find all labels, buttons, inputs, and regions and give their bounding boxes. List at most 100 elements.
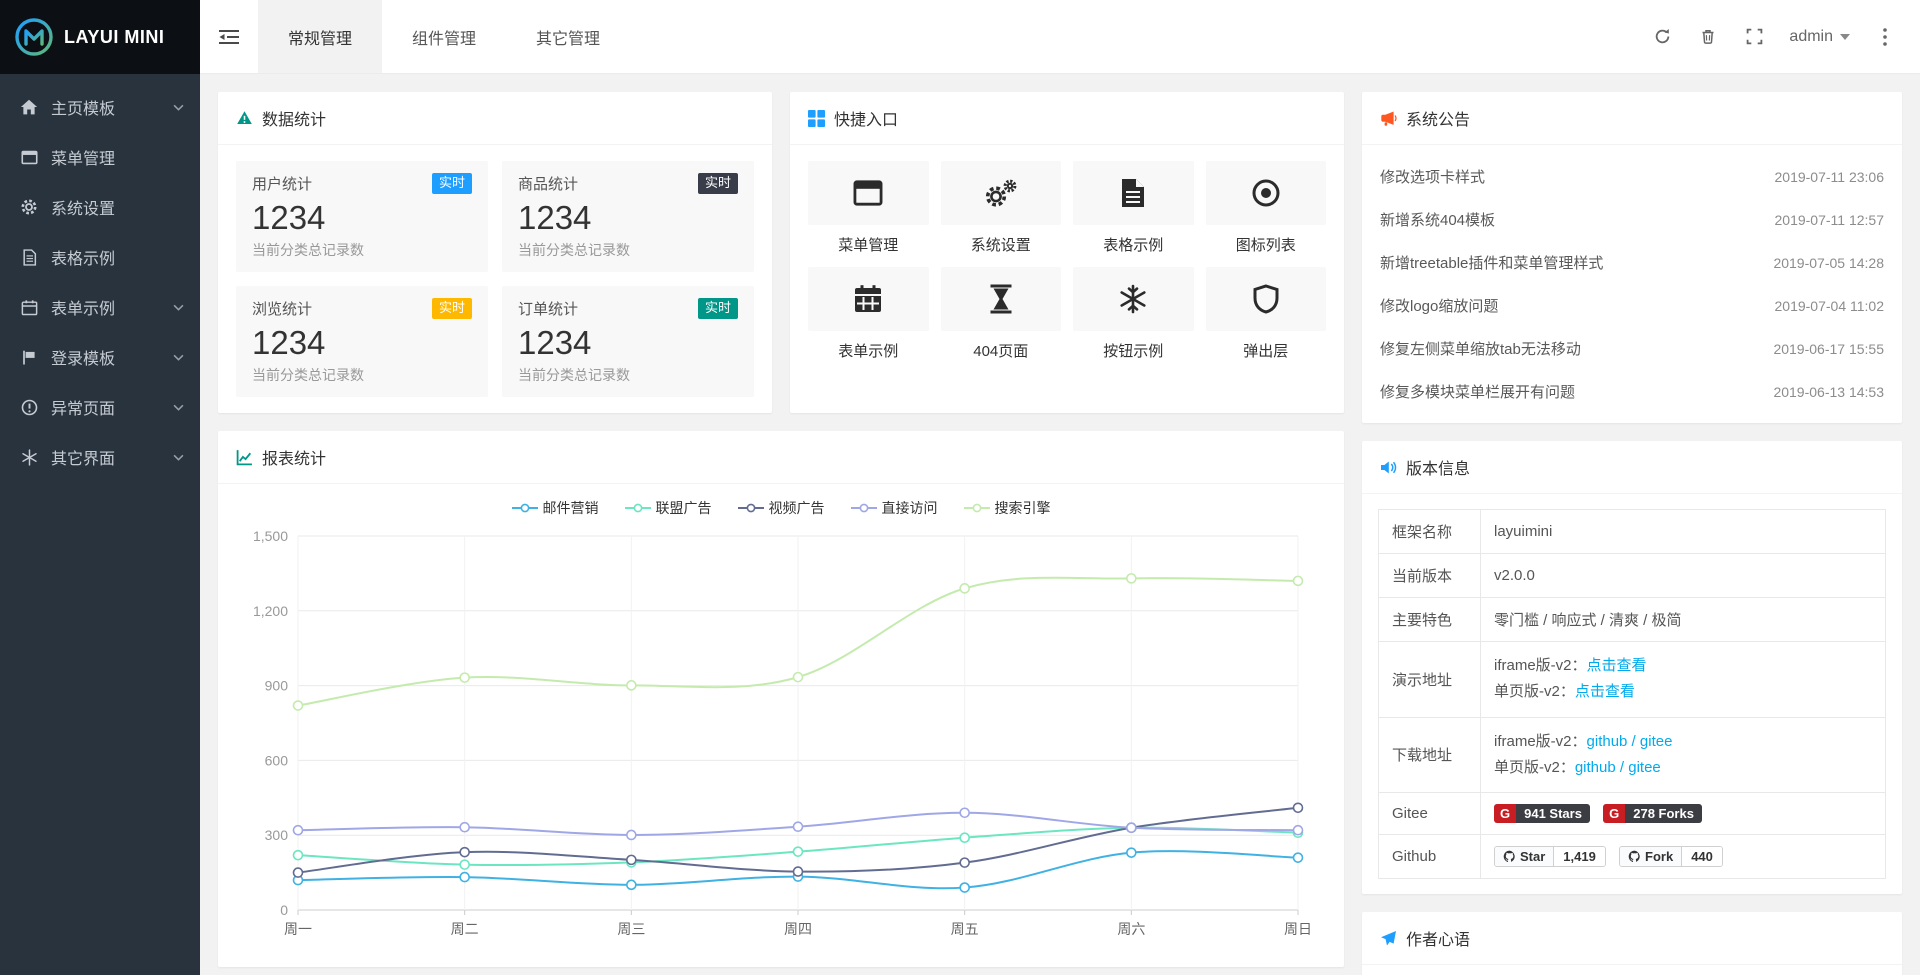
tab-other-manage[interactable]: 其它管理: [506, 0, 630, 73]
card-body: 菜单管理 系统设置 表格示例: [790, 145, 1344, 377]
more-menu-button[interactable]: [1862, 0, 1908, 74]
legend-item-email[interactable]: 邮件营销: [512, 498, 599, 518]
row-value: v2.0.0: [1481, 554, 1886, 598]
system-announcements-card: 系统公告 修改选项卡样式2019-07-11 23:06 新增系统404模板20…: [1362, 92, 1902, 423]
legend-item-direct[interactable]: 直接访问: [851, 498, 938, 518]
svg-text:周三: 周三: [617, 921, 645, 937]
quick-entry-button-example[interactable]: 按钮示例: [1073, 267, 1194, 361]
download-github-link[interactable]: github: [1575, 759, 1616, 776]
window-icon: [18, 147, 40, 167]
gitee-forks-badge[interactable]: G278 Forks: [1603, 804, 1702, 823]
sidebar-item-system-settings[interactable]: 系统设置: [0, 182, 200, 232]
quick-entry-table-example[interactable]: 表格示例: [1073, 161, 1194, 255]
card-title: 报表统计: [262, 445, 326, 469]
svg-text:600: 600: [265, 752, 289, 768]
gitee-stars-badge[interactable]: G941 Stars: [1494, 804, 1590, 823]
card-header: 快捷入口: [790, 92, 1344, 145]
card-title: 系统公告: [1406, 106, 1470, 130]
github-star-label: Star: [1520, 849, 1545, 864]
refresh-button[interactable]: [1639, 0, 1685, 74]
clear-cache-button[interactable]: [1685, 0, 1731, 74]
user-dropdown[interactable]: admin: [1777, 0, 1862, 74]
legend-item-video-ads[interactable]: 视频广告: [738, 498, 825, 518]
stat-caption: 当前分类总记录数: [518, 365, 738, 385]
stat-grid: 用户统计实时 1234 当前分类总记录数 商品统计实时 1234 当前分类总记录…: [236, 161, 754, 397]
sidebar-item-label: 系统设置: [51, 195, 184, 219]
quick-entry-icon-list[interactable]: 图标列表: [1206, 161, 1327, 255]
sidebar-item-label: 其它界面: [51, 445, 173, 469]
card-header: 作者心语: [1362, 912, 1902, 965]
shield-icon: [1253, 284, 1279, 314]
download-line-prefix: 单页版-v2：: [1494, 759, 1575, 776]
sidebar-item-form-example[interactable]: 表单示例: [0, 282, 200, 332]
fullscreen-button[interactable]: [1731, 0, 1777, 74]
quick-entry-label: 按钮示例: [1073, 340, 1194, 361]
quick-entry-label: 404页面: [941, 340, 1062, 361]
sidebar-item-login-templates[interactable]: 登录模板: [0, 332, 200, 382]
sidebar-item-label: 异常页面: [51, 395, 173, 419]
announcement-date: 2019-06-13 14:53: [1773, 384, 1884, 400]
table-row: 下载地址 iframe版-v2：github / gitee 单页版-v2：gi…: [1379, 717, 1886, 793]
announcement-text: 修改选项卡样式: [1380, 166, 1485, 187]
tab-component-manage[interactable]: 组件管理: [382, 0, 506, 73]
quick-entry-label: 图标列表: [1206, 234, 1327, 255]
data-statistics-card: 数据统计 用户统计实时 1234 当前分类总记录数 商品统计实时: [218, 92, 772, 413]
stat-name: 浏览统计: [252, 298, 312, 319]
quick-entry-popup-layer[interactable]: 弹出层: [1206, 267, 1327, 361]
legend-item-search-engine[interactable]: 搜索引擎: [964, 498, 1051, 518]
file-icon: [18, 247, 40, 267]
card-title: 作者心语: [1406, 926, 1470, 950]
row-value: iframe版-v2：点击查看 单页版-v2：点击查看: [1481, 642, 1886, 718]
stat-name: 商品统计: [518, 173, 578, 194]
sidebar-item-label: 表单示例: [51, 295, 173, 319]
demo-line-prefix: iframe版-v2：: [1494, 657, 1587, 674]
card-header: 版本信息: [1362, 441, 1902, 494]
tab-bar: 常规管理 组件管理 其它管理: [258, 0, 630, 73]
sidebar-item-home-templates[interactable]: 主页模板: [0, 82, 200, 132]
refresh-icon: [1654, 28, 1671, 45]
sidebar-item-label: 表格示例: [51, 245, 184, 269]
github-fork-badge[interactable]: Fork440: [1619, 846, 1723, 867]
legend-item-union-ads[interactable]: 联盟广告: [625, 498, 712, 518]
legend-marker: [738, 503, 764, 513]
sidebar-item-menu-manage[interactable]: 菜单管理: [0, 132, 200, 182]
github-star-badge[interactable]: Star 1,419: [1494, 846, 1606, 867]
github-star-count: 1,419: [1553, 847, 1605, 866]
sidebar-item-other-pages[interactable]: 其它界面: [0, 432, 200, 482]
card-title: 版本信息: [1406, 455, 1470, 479]
gitee-logo-icon: G: [1603, 804, 1625, 823]
sidebar-item-label: 登录模板: [51, 345, 173, 369]
stat-panel-orders: 订单统计实时 1234 当前分类总记录数: [502, 286, 754, 397]
main-area: 常规管理 组件管理 其它管理: [200, 0, 1920, 975]
sidebar-item-table-example[interactable]: 表格示例: [0, 232, 200, 282]
caret-down-icon: [1840, 34, 1850, 40]
download-gitee-link[interactable]: gitee: [1628, 759, 1661, 776]
card-header: 系统公告: [1362, 92, 1902, 145]
layui-mini-logo-icon: [14, 17, 54, 57]
card-body: 修改选项卡样式2019-07-11 23:06 新增系统404模板2019-07…: [1362, 145, 1902, 423]
sidebar-item-error-pages[interactable]: 异常页面: [0, 382, 200, 432]
stat-value: 1234: [518, 324, 738, 362]
row-value: G941 Stars G278 Forks: [1481, 793, 1886, 835]
hourglass-icon: [988, 284, 1014, 314]
github-fork-count: 440: [1681, 847, 1722, 866]
collapse-sidebar-button[interactable]: [200, 0, 258, 73]
separator: /: [1627, 733, 1640, 750]
chevron-down-icon: [173, 454, 184, 461]
quick-entry-system-settings[interactable]: 系统设置: [941, 161, 1062, 255]
download-github-link[interactable]: github: [1587, 733, 1628, 750]
legend-label: 搜索引擎: [995, 498, 1051, 518]
announcement-row: 修改选项卡样式2019-07-11 23:06: [1380, 155, 1884, 198]
status-badge: 实时: [698, 298, 738, 318]
quick-entry-label: 表单示例: [808, 340, 929, 361]
demo-iframe-link[interactable]: 点击查看: [1587, 657, 1647, 674]
demo-onepage-link[interactable]: 点击查看: [1575, 683, 1635, 700]
download-gitee-link[interactable]: gitee: [1640, 733, 1673, 750]
tab-general-manage[interactable]: 常规管理: [258, 0, 382, 73]
file-icon: [1120, 178, 1146, 208]
quick-entry-menu-manage[interactable]: 菜单管理: [808, 161, 929, 255]
svg-text:1,500: 1,500: [253, 528, 288, 544]
announcement-row: 修改logo缩放问题2019-07-04 11:02: [1380, 284, 1884, 327]
quick-entry-404-page[interactable]: 404页面: [941, 267, 1062, 361]
quick-entry-form-example[interactable]: 表单示例: [808, 267, 929, 361]
